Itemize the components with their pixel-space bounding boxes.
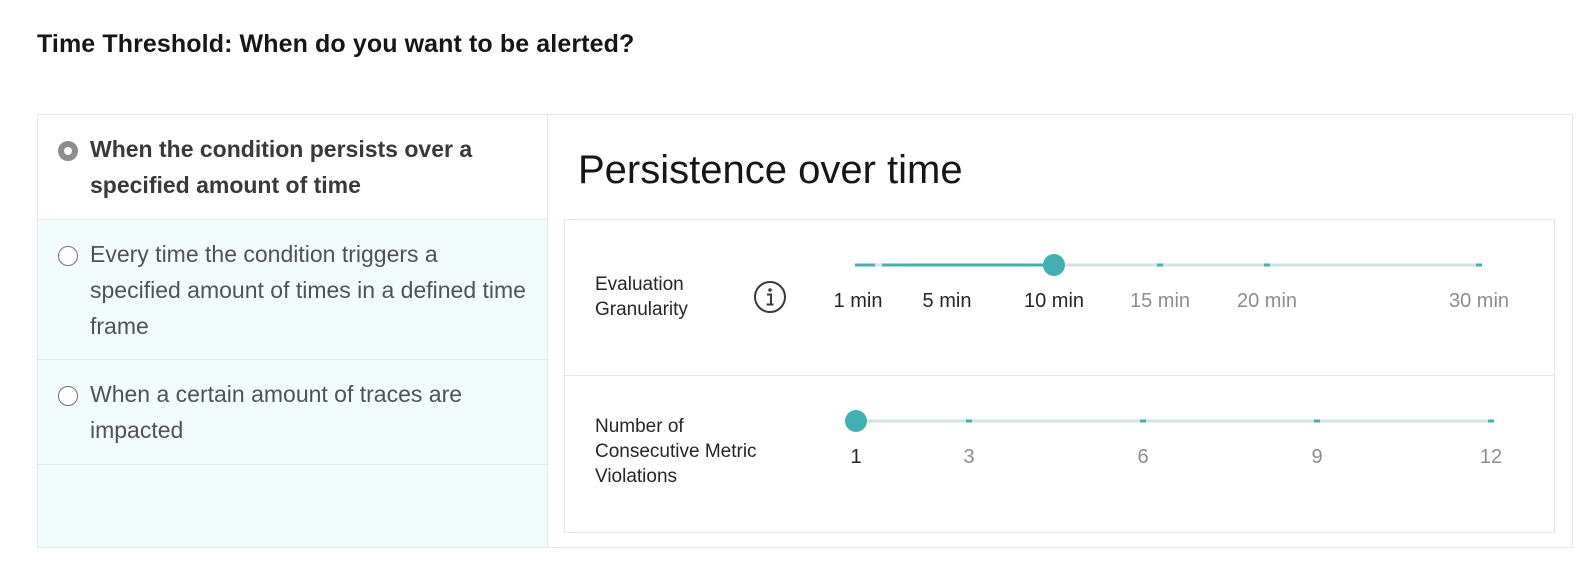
slider-track[interactable]: [845, 406, 1535, 436]
violations-label: Number of Consecutive Metric Violations: [595, 414, 757, 489]
option-triggers[interactable]: Every time the condition triggers a spec…: [38, 220, 547, 360]
option-persists[interactable]: When the condition persists over a speci…: [38, 115, 547, 220]
detail-title: Persistence over time: [578, 148, 963, 192]
slider-tick-label[interactable]: 9: [1311, 446, 1322, 469]
slider-tick-label[interactable]: 30 min: [1449, 290, 1509, 313]
option-traces[interactable]: When a certain amount of traces are impa…: [38, 360, 547, 465]
radio-unselected-icon[interactable]: [58, 386, 78, 406]
granularity-label: Evaluation Granularity: [595, 272, 688, 322]
granularity-slider[interactable]: 1 min 5 min 10 min 15 min 20 min 30 min: [834, 250, 1535, 350]
slider-tick-label[interactable]: 12: [1480, 446, 1502, 469]
page-title: Time Threshold: When do you want to be a…: [37, 30, 635, 58]
persistence-card: Evaluation Granularity 1 min 5 min 10 min 1…: [564, 219, 1555, 533]
slider-tick-label[interactable]: 3: [963, 446, 974, 469]
violations-label-line: Consecutive Metric: [595, 441, 757, 462]
granularity-row: Evaluation Granularity 1 min 5 min 10 min 1…: [565, 220, 1554, 376]
granularity-label-line: Evaluation: [595, 274, 684, 295]
violations-row: Number of Consecutive Metric Violations …: [565, 376, 1554, 532]
slider-tick-label[interactable]: 6: [1137, 446, 1148, 469]
option-label: When the condition persists over a speci…: [90, 136, 473, 198]
slider-tick-label[interactable]: 15 min: [1130, 290, 1190, 313]
violations-label-line: Number of: [595, 416, 684, 437]
option-label: When a certain amount of traces are impa…: [90, 381, 463, 443]
slider-handle[interactable]: [1043, 254, 1065, 276]
slider-handle[interactable]: [845, 410, 867, 432]
slider-tick-label[interactable]: 20 min: [1237, 290, 1297, 313]
info-icon[interactable]: [753, 280, 787, 314]
slider-tick-label[interactable]: 10 min: [1024, 290, 1084, 313]
violations-label-line: Violations: [595, 466, 678, 487]
slider-track[interactable]: [845, 250, 1535, 280]
option-label: Every time the condition triggers a spec…: [90, 241, 526, 339]
radio-unselected-icon[interactable]: [58, 246, 78, 266]
violations-slider[interactable]: 1 3 6 9 12: [845, 406, 1535, 506]
slider-tick-label[interactable]: 1: [850, 446, 861, 469]
slider-tick-label[interactable]: 5 min: [923, 290, 972, 313]
slider-tick-label[interactable]: 1 min: [834, 290, 883, 313]
radio-selected-icon[interactable]: [58, 141, 78, 161]
threshold-options: When the condition persists over a speci…: [38, 115, 548, 547]
granularity-label-line: Granularity: [595, 299, 688, 320]
